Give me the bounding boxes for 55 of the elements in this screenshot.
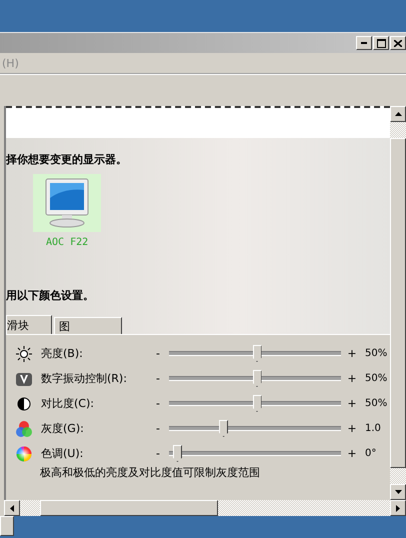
taskbar-button[interactable] — [0, 516, 14, 536]
close-button[interactable] — [390, 36, 406, 50]
slider-thumb[interactable] — [252, 395, 262, 412]
minus-sign: - — [155, 397, 161, 410]
minimize-button[interactable] — [356, 36, 372, 50]
slider-label: 对比度(C): — [41, 396, 95, 411]
slider-thumb[interactable] — [173, 445, 182, 462]
maximize-button[interactable] — [373, 36, 389, 50]
tab[interactable]: 滑块 — [6, 315, 52, 334]
section-heading: 用以下颜色设置。 — [6, 288, 95, 304]
scroll-down-button[interactable] — [390, 484, 406, 500]
down-arrow-icon — [394, 490, 402, 494]
minus-sign: - — [155, 422, 161, 435]
plus-sign: + — [346, 422, 358, 435]
sun-icon — [16, 346, 32, 362]
minus-sign: - — [155, 347, 161, 360]
scroll-right-button[interactable] — [390, 500, 406, 516]
minus-sign: - — [155, 447, 161, 460]
slider-thumb[interactable] — [252, 345, 262, 362]
minimize-icon — [361, 42, 367, 44]
note-text: 极高和极低的亮度及对比度值可限制灰度范围 — [40, 466, 261, 479]
slider-value: 50% — [365, 373, 388, 384]
plus-sign: + — [346, 372, 358, 385]
slider-value: 50% — [365, 348, 388, 359]
slider-value: 1.0 — [365, 423, 381, 434]
plus-sign: + — [346, 447, 358, 460]
minus-sign: - — [155, 372, 161, 385]
monitor-tile[interactable] — [33, 174, 101, 232]
maximize-icon — [376, 38, 386, 48]
section-heading: 择你想要变更的显示器。 — [6, 152, 128, 168]
scrollbar-thumb[interactable] — [390, 138, 406, 468]
slider-label: 数字振动控制(R): — [41, 371, 128, 386]
slider-value: 0° — [365, 448, 376, 459]
plus-sign: + — [346, 397, 358, 410]
plus-sign: + — [346, 347, 358, 360]
contrast-icon — [17, 396, 31, 410]
scroll-up-button[interactable] — [390, 106, 406, 122]
up-arrow-icon — [394, 112, 402, 116]
slider-thumb[interactable] — [252, 370, 262, 387]
color-circles-icon — [15, 420, 33, 438]
close-icon — [394, 40, 402, 46]
slider-value: 50% — [365, 398, 388, 409]
scroll-left-button[interactable] — [4, 500, 20, 516]
slider-label: 色调(U): — [41, 446, 84, 461]
left-arrow-icon — [10, 504, 14, 512]
tab[interactable]: 图 — [54, 317, 122, 334]
right-arrow-icon — [396, 504, 400, 512]
v-logo-icon — [15, 370, 33, 386]
scrollbar-thumb[interactable] — [40, 500, 218, 516]
color-wheel-icon — [16, 446, 32, 462]
slider-label: 灰度(G): — [41, 421, 85, 436]
slider-label: 亮度(B): — [41, 346, 84, 361]
monitor-icon — [44, 178, 90, 228]
slider-thumb[interactable] — [219, 420, 228, 437]
monitor-label: AOC F22 — [46, 237, 90, 248]
